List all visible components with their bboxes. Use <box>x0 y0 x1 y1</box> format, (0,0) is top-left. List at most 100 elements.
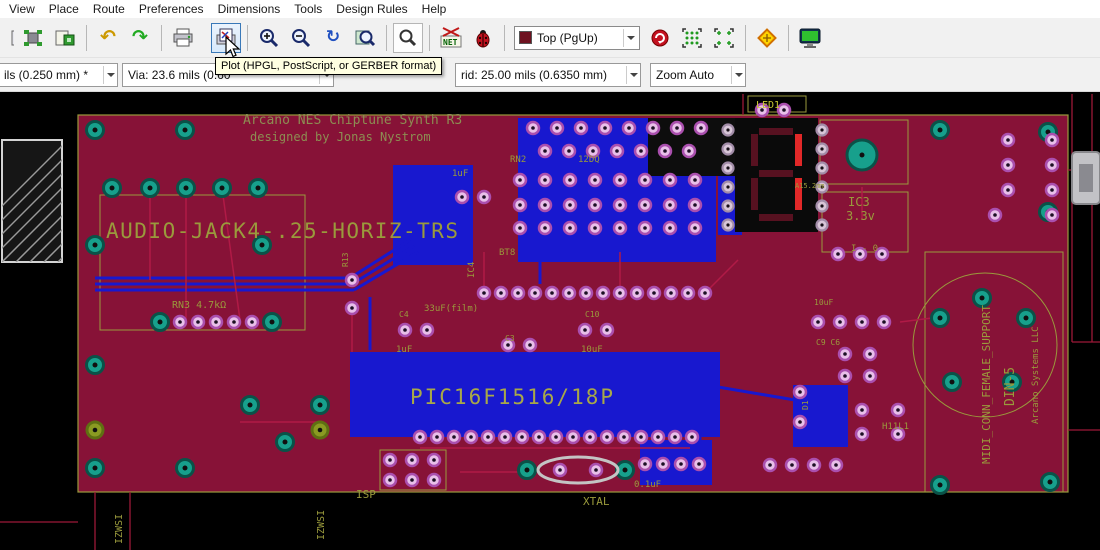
redo-button[interactable]: ↷ <box>125 23 155 53</box>
drill-hole <box>618 178 622 182</box>
drill-hole <box>486 435 490 439</box>
3d-viewer-button[interactable] <box>795 23 825 53</box>
drill-hole <box>699 126 703 130</box>
chevron-down-icon[interactable] <box>103 66 117 84</box>
drill-hole <box>868 352 872 356</box>
menu-dimensions[interactable]: Dimensions <box>211 1 288 17</box>
drill-hole <box>601 291 605 295</box>
drill-hole <box>543 178 547 182</box>
toolbar-separator <box>386 25 387 51</box>
drill-hole <box>482 291 486 295</box>
drill-hole <box>270 320 275 325</box>
drill-hole <box>798 420 802 424</box>
chevron-down-icon[interactable] <box>626 66 640 84</box>
zoom-out-button[interactable] <box>286 23 316 53</box>
drill-hole <box>726 128 729 131</box>
microwave-tools-button[interactable] <box>752 23 782 53</box>
drill-hole <box>158 320 163 325</box>
drill-hole <box>425 328 429 332</box>
grid-size-select[interactable]: rid: 25.00 mils (0.6350 mm) <box>455 63 641 87</box>
print-button[interactable] <box>168 23 198 53</box>
display-segment <box>759 214 793 221</box>
drill-hole <box>93 128 98 133</box>
silkscreen-text: designed by Jonas Nystrom <box>250 130 431 144</box>
drill-hole <box>880 252 884 256</box>
zoom-fit-button[interactable] <box>350 23 380 53</box>
drill-hole <box>518 203 522 207</box>
drill-hole <box>615 149 619 153</box>
drill-hole <box>618 203 622 207</box>
drill-hole <box>1006 163 1010 167</box>
drill-hole <box>506 343 510 347</box>
drill-hole <box>388 458 392 462</box>
zoom-in-icon <box>258 27 280 49</box>
toolbar-separator <box>504 25 505 51</box>
drill-hole <box>896 432 900 436</box>
drill-hole <box>588 435 592 439</box>
plot-button[interactable] <box>211 23 241 53</box>
printer-icon <box>172 27 194 49</box>
silkscreen-text: PIC16F1516/18P <box>410 385 615 409</box>
drill-hole <box>232 320 236 324</box>
toolbar-separator <box>788 25 789 51</box>
pcb-canvas-area[interactable]: Arcano NES Chiptune Synth R3designed by … <box>0 92 1100 550</box>
drill-hole <box>661 462 665 466</box>
menu-design-rules[interactable]: Design Rules <box>329 1 414 17</box>
drill-hole <box>798 390 802 394</box>
track-width-select[interactable]: ils (0.250 mm) * <box>0 63 118 87</box>
drill-hole <box>568 178 572 182</box>
menu-tools[interactable]: Tools <box>287 1 329 17</box>
menu-route[interactable]: Route <box>86 1 132 17</box>
drill-hole <box>1050 163 1054 167</box>
silkscreen-text: H11L1 <box>882 422 909 432</box>
zoom-select[interactable]: Zoom Auto <box>650 63 746 87</box>
drill-hole <box>452 435 456 439</box>
drill-hole <box>663 149 667 153</box>
drill-hole <box>594 468 598 472</box>
zoom-in-button[interactable] <box>254 23 284 53</box>
library-icon <box>54 27 76 49</box>
drill-hole <box>516 291 520 295</box>
chevron-down-icon[interactable] <box>731 66 745 84</box>
invert-layer-button[interactable] <box>645 23 675 53</box>
drill-hole <box>283 440 288 445</box>
diamond-icon <box>755 26 779 50</box>
drill-hole <box>820 147 823 150</box>
drill-hole <box>593 203 597 207</box>
grid-style-button[interactable] <box>709 23 739 53</box>
menu-help[interactable]: Help <box>415 1 454 17</box>
pcb-drawing[interactable]: Arcano NES Chiptune Synth R3designed by … <box>0 92 1100 550</box>
drill-hole <box>183 128 188 133</box>
drill-hole <box>1050 188 1054 192</box>
menu-preferences[interactable]: Preferences <box>132 1 211 17</box>
find-button[interactable] <box>393 23 423 53</box>
undo-button[interactable]: ↶ <box>93 23 123 53</box>
cropped-icon[interactable] <box>3 23 15 53</box>
grid-size-value: rid: 25.00 mils (0.6350 mm) <box>461 68 626 82</box>
drill-hole <box>690 435 694 439</box>
drill-hole <box>256 186 261 191</box>
drill-hole <box>618 291 622 295</box>
silkscreen-text: C9 C6 <box>816 338 840 347</box>
drill-hole <box>820 204 823 207</box>
silkscreen-text: R13 <box>341 252 350 267</box>
grid-show-button[interactable] <box>677 23 707 53</box>
netlist-button[interactable]: NET <box>436 23 466 53</box>
menu-place[interactable]: Place <box>42 1 86 17</box>
drill-hole <box>350 306 354 310</box>
drill-hole <box>651 126 655 130</box>
drc-button[interactable] <box>468 23 498 53</box>
library-browser-button[interactable] <box>50 23 80 53</box>
plot-icon <box>215 27 237 49</box>
redraw-button[interactable]: ↻ <box>318 23 348 53</box>
chevron-down-icon[interactable] <box>623 29 637 47</box>
drill-hole <box>726 223 729 226</box>
drill-hole <box>214 320 218 324</box>
drill-hole <box>93 428 98 433</box>
toolbar-separator <box>429 25 430 51</box>
footprint-editor-button[interactable] <box>18 23 48 53</box>
drill-hole <box>687 149 691 153</box>
layer-selector[interactable]: Top (PgUp) <box>514 26 640 50</box>
menu-view[interactable]: View <box>2 1 42 17</box>
drill-hole <box>652 291 656 295</box>
